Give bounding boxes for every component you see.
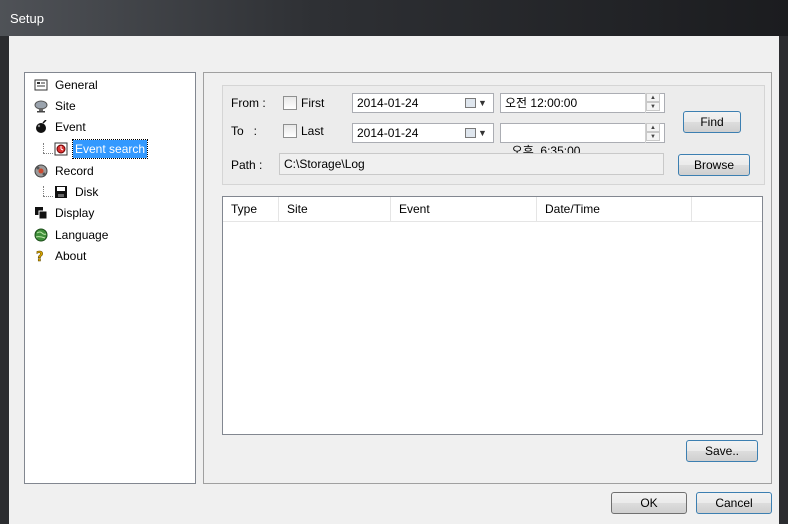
tree-item-event-search[interactable]: Event search xyxy=(54,139,149,159)
tree-connector xyxy=(43,153,53,154)
last-checkbox[interactable] xyxy=(283,124,297,138)
tree-item-label: Language xyxy=(55,228,109,242)
spin-down-icon[interactable]: ▼ xyxy=(646,102,660,111)
spin-up-icon[interactable]: ▲ xyxy=(646,123,660,132)
first-checkbox[interactable] xyxy=(283,96,297,110)
dropdown-arrow-icon: ▼ xyxy=(478,98,487,108)
table-header: Type Site Event Date/Time xyxy=(223,197,762,222)
title-bar[interactable]: Setup xyxy=(0,0,788,36)
tree-item-disk[interactable]: Disk xyxy=(54,183,100,201)
spin-down-icon[interactable]: ▼ xyxy=(646,132,660,141)
tree-connector xyxy=(43,186,44,196)
tree-item-label: Event xyxy=(55,120,86,134)
about-icon: ? xyxy=(34,249,48,266)
tree-item-label: Event search xyxy=(71,139,149,159)
tree-connector xyxy=(43,143,44,153)
from-date-value: 2014-01-24 xyxy=(357,96,419,110)
find-button[interactable]: Find xyxy=(683,111,741,133)
column-header-type[interactable]: Type xyxy=(223,197,279,221)
from-calendar-dropdown[interactable]: ▼ xyxy=(463,95,489,111)
column-header-datetime[interactable]: Date/Time xyxy=(537,197,692,221)
general-icon xyxy=(34,78,48,92)
tree-item-label: About xyxy=(55,249,87,263)
from-label: From : xyxy=(231,96,266,110)
calendar-icon xyxy=(465,98,477,108)
tree-item-about[interactable]: ? About xyxy=(34,247,88,265)
cancel-button[interactable]: Cancel xyxy=(696,492,772,514)
to-date-value: 2014-01-24 xyxy=(357,126,419,140)
event-icon xyxy=(34,119,48,134)
tree-item-display[interactable]: Display xyxy=(34,204,96,222)
column-header-event[interactable]: Event xyxy=(391,197,537,221)
column-header-blank[interactable] xyxy=(692,197,762,221)
window-title: Setup xyxy=(10,11,44,26)
from-time-field[interactable]: 오전 12:00:00 xyxy=(500,93,665,113)
tree-item-site[interactable]: Site xyxy=(34,97,78,115)
to-time-field[interactable]: 오후 6:35:00 xyxy=(500,123,665,158)
event-search-icon xyxy=(54,142,68,156)
tree-item-event[interactable]: Event xyxy=(34,118,88,136)
language-icon xyxy=(34,228,48,242)
frame-left-border xyxy=(0,36,9,524)
site-icon xyxy=(34,99,48,113)
dropdown-arrow-icon: ▼ xyxy=(478,128,487,138)
ok-button[interactable]: OK xyxy=(611,492,687,514)
tree-item-label: Display xyxy=(55,206,95,220)
tree-item-language[interactable]: Language xyxy=(34,226,110,244)
tree-item-general[interactable]: General xyxy=(34,76,100,94)
to-label: To : xyxy=(231,124,258,138)
event-results-table[interactable]: Type Site Event Date/Time xyxy=(222,196,763,435)
first-label: First xyxy=(301,96,325,110)
from-time-value: 오전 12:00:00 xyxy=(505,96,578,110)
display-icon xyxy=(34,206,48,220)
path-label: Path : xyxy=(231,158,263,172)
frame-right-border xyxy=(779,36,788,524)
column-header-site[interactable]: Site xyxy=(279,197,391,221)
from-time-spinner[interactable]: ▲ ▼ xyxy=(645,93,660,113)
tree-connector xyxy=(43,196,53,197)
settings-tree[interactable]: General Site Event Event search Record D… xyxy=(24,72,196,484)
record-icon xyxy=(34,164,48,178)
save-button[interactable]: Save.. xyxy=(686,440,758,462)
path-field: C:\Storage\Log xyxy=(279,153,664,175)
to-time-spinner[interactable]: ▲ ▼ xyxy=(645,123,660,143)
path-value: C:\Storage\Log xyxy=(284,157,365,171)
tree-item-record[interactable]: Record xyxy=(34,162,96,180)
spin-up-icon[interactable]: ▲ xyxy=(646,93,660,102)
tree-item-label: General xyxy=(55,78,98,92)
to-calendar-dropdown[interactable]: ▼ xyxy=(463,125,489,141)
browse-button[interactable]: Browse xyxy=(678,154,750,176)
tree-item-label: Disk xyxy=(75,185,99,199)
calendar-icon xyxy=(465,128,477,138)
disk-icon xyxy=(54,185,68,199)
svg-text:?: ? xyxy=(36,250,44,263)
last-label: Last xyxy=(301,124,324,138)
tree-item-label: Record xyxy=(55,164,94,178)
tree-item-label: Site xyxy=(55,99,76,113)
